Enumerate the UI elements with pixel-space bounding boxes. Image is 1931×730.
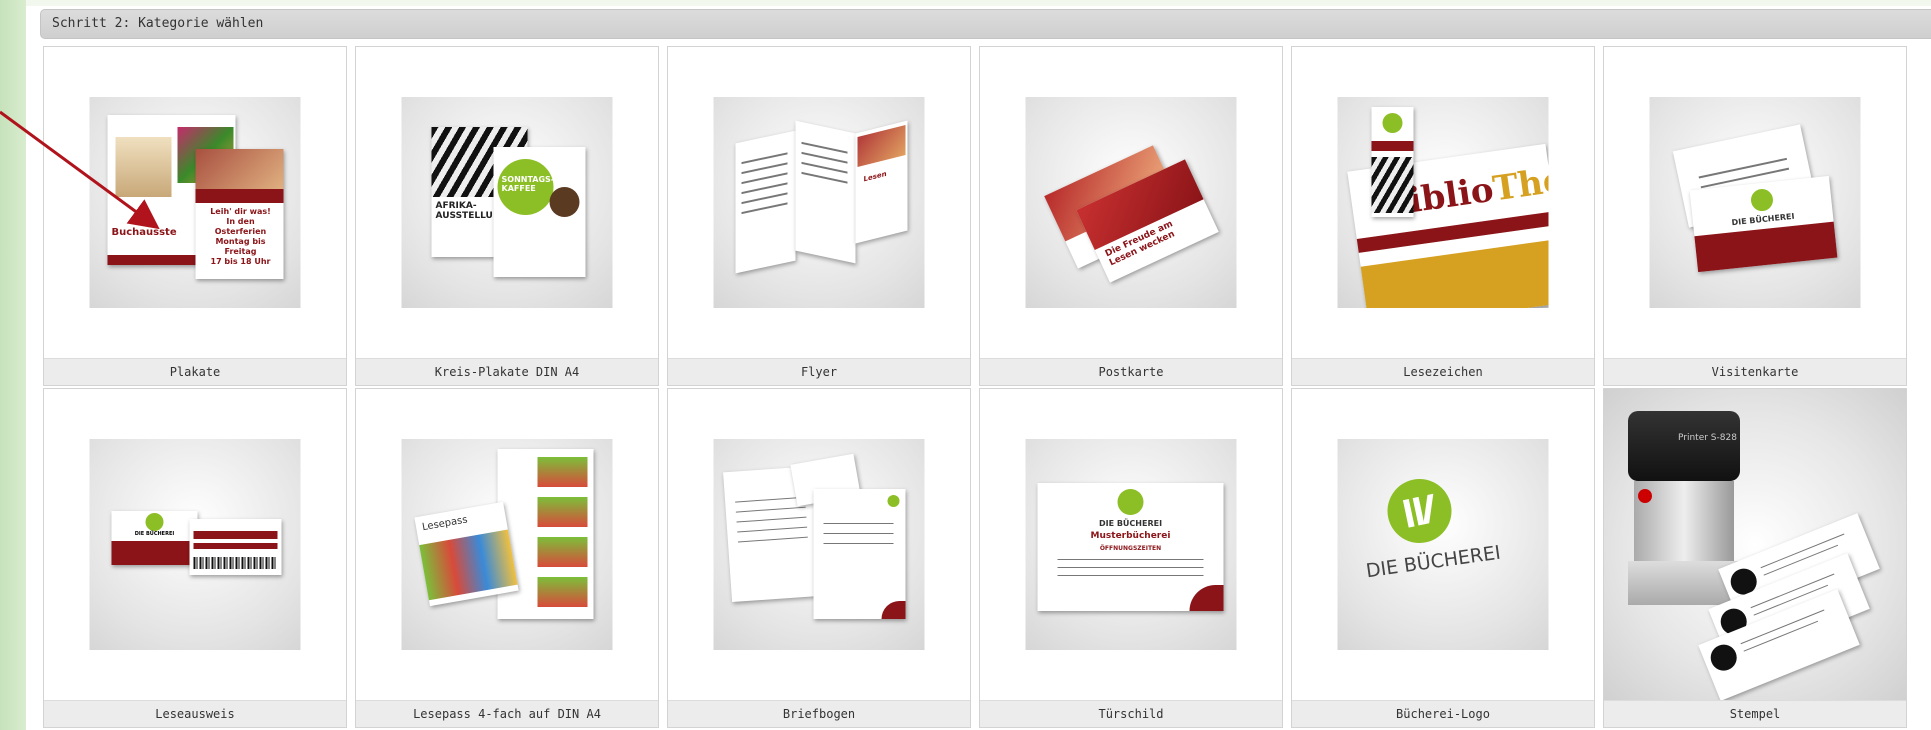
category-label: Lesezeichen: [1292, 358, 1594, 385]
poster-time: 17 bis 18 Uhr: [210, 257, 271, 266]
category-label: Briefbogen: [668, 700, 970, 727]
poster-sub: In den Osterferien: [214, 217, 267, 236]
category-card-leseausweis[interactable]: DIE BÜCHEREI Leseausweis: [43, 388, 347, 728]
stamp-top: Printer S-828: [1628, 411, 1740, 481]
stempel-thumbnail: Printer S-828: [1604, 389, 1906, 701]
category-label: Plakate: [44, 358, 346, 385]
category-label: Bücherei-Logo: [1292, 700, 1594, 727]
door-sign-brand: DIE BÜCHEREI: [1098, 519, 1163, 528]
poster-sonntag-text: SONNTAGS-KAFFEE: [501, 175, 555, 193]
stamp-body: [1634, 481, 1734, 561]
category-label: Leseausweis: [44, 700, 346, 727]
poster-left-text: Buchausste: [111, 227, 177, 238]
category-card-briefbogen[interactable]: Briefbogen: [667, 388, 971, 728]
briefbogen-thumbnail: [713, 439, 925, 650]
lesepass-sheet: [497, 449, 594, 619]
category-card-lesepass[interactable]: Lesepass Lesepass 4-fach auf DIN A4: [355, 388, 659, 728]
category-card-kreis-plakate[interactable]: AFRIKA-AUSSTELLU SONNTAGS-KAFFEE Kreis-P…: [355, 46, 659, 386]
lesezeichen-thumbnail: BiblioThek: [1337, 97, 1549, 308]
lesepass-text: Lesepass: [421, 514, 469, 534]
category-label: Türschild: [980, 700, 1282, 727]
business-card-front: DIE BÜCHEREI: [1689, 175, 1838, 273]
left-edge-strip: [0, 0, 26, 730]
letter-sheet-2: [813, 489, 906, 619]
category-card-plakate[interactable]: Buchausste Leih' dir was! In den Osterfe…: [43, 46, 347, 386]
bookmark: [1371, 107, 1414, 217]
category-card-tuerschild[interactable]: DIE BÜCHEREI Musterbücherei ÖFFNUNGSZEIT…: [979, 388, 1283, 728]
flyer-thumbnail: Lesen: [713, 97, 925, 308]
postkarte-thumbnail: Die Freude am Lesen wecken: [1025, 97, 1237, 308]
door-sign-hours: ÖFFNUNGSZEITEN: [1099, 545, 1162, 552]
category-card-stempel[interactable]: Printer S-828 Stempel: [1603, 388, 1907, 728]
step-title: Schritt 2: Kategorie wählen: [52, 16, 264, 31]
lesepass-thumbnail: Lesepass: [401, 439, 613, 650]
tuerschild-thumbnail: DIE BÜCHEREI Musterbücherei ÖFFNUNGSZEIT…: [1025, 439, 1237, 650]
leseausweis-thumbnail: DIE BÜCHEREI: [89, 439, 301, 650]
poster-sub2: Montag bis Freitag: [215, 237, 266, 256]
logo-circle: [1381, 473, 1458, 549]
category-card-flyer[interactable]: Lesen Flyer: [667, 46, 971, 386]
flyer-panel-1: [735, 130, 796, 274]
category-card-visitenkarte[interactable]: DIE BÜCHEREI Visitenkarte: [1603, 46, 1907, 386]
door-sign-name: Musterbücherei: [1090, 531, 1171, 541]
category-label: Lesepass 4-fach auf DIN A4: [356, 700, 658, 727]
card-right: [189, 519, 282, 575]
category-label: Visitenkarte: [1604, 358, 1906, 385]
buecherei-logo-thumbnail: DIE BÜCHEREI: [1337, 439, 1549, 650]
top-edge-strip: [26, 0, 1931, 6]
flyer-panel-3: Lesen: [855, 120, 908, 244]
flyer-panel-2: [795, 120, 856, 264]
poster-sonntag: SONNTAGS-KAFFEE: [493, 147, 586, 277]
step-header: Schritt 2: Kategorie wählen: [40, 9, 1931, 39]
kreis-plakate-thumbnail: AFRIKA-AUSSTELLU SONNTAGS-KAFFEE: [401, 97, 613, 308]
brand-thek: Thek: [1490, 156, 1549, 210]
card-left: DIE BÜCHEREI: [111, 511, 198, 565]
category-label: Postkarte: [980, 358, 1282, 385]
door-sign: DIE BÜCHEREI Musterbücherei ÖFFNUNGSZEIT…: [1037, 483, 1224, 611]
category-card-buecherei-logo[interactable]: DIE BÜCHEREI Bücherei-Logo: [1291, 388, 1595, 728]
logo-text: DIE BÜCHEREI: [1364, 541, 1502, 583]
plakate-thumbnail: Buchausste Leih' dir was! In den Osterfe…: [89, 97, 301, 308]
category-card-lesezeichen[interactable]: BiblioThek Lesezeichen: [1291, 46, 1595, 386]
category-label: Flyer: [668, 358, 970, 385]
category-grid: Buchausste Leih' dir was! In den Osterfe…: [43, 46, 1907, 728]
visitenkarte-thumbnail: DIE BÜCHEREI: [1649, 97, 1861, 308]
stamp-brand: Printer S-828: [1678, 433, 1737, 443]
poster-heading: Leih' dir was!: [210, 207, 271, 216]
card-left-brand: DIE BÜCHEREI: [134, 531, 175, 537]
category-label: Kreis-Plakate DIN A4: [356, 358, 658, 385]
category-card-postkarte[interactable]: Die Freude am Lesen wecken Postkarte: [979, 46, 1283, 386]
poster-front: Leih' dir was! In den Osterferien Montag…: [195, 149, 284, 279]
lesepass-card: Lesepass: [414, 501, 519, 607]
category-label: Stempel: [1604, 700, 1906, 727]
